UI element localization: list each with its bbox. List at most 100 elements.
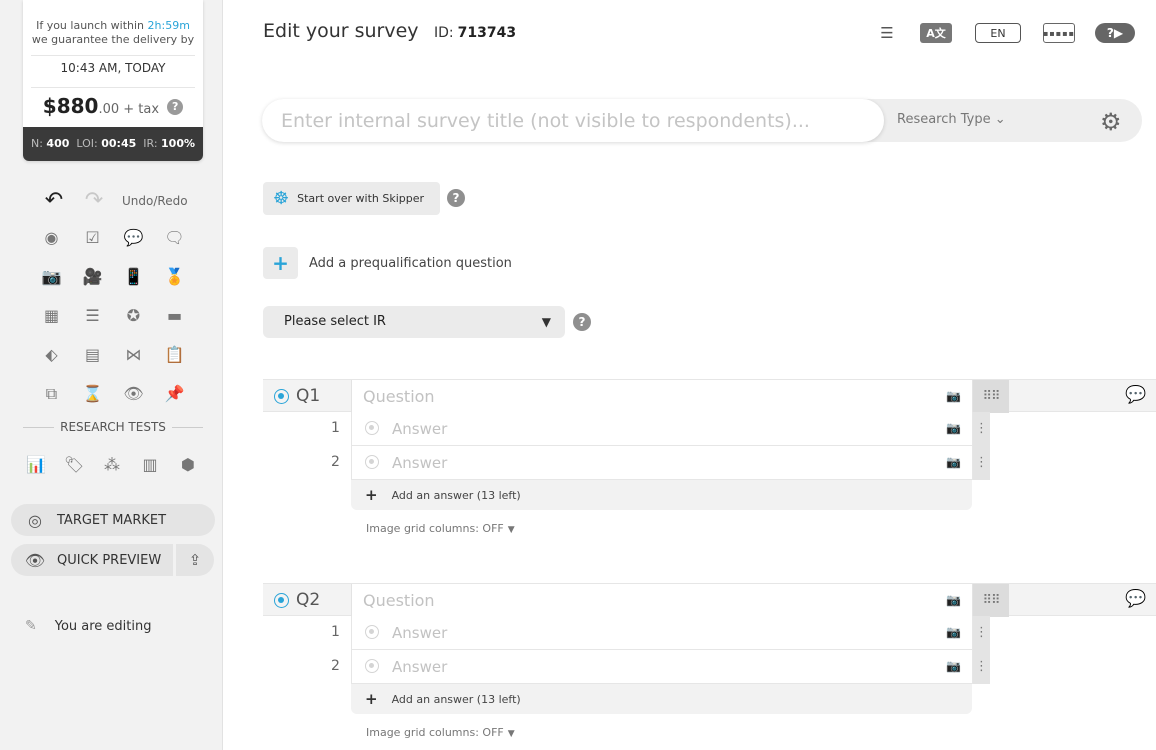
tool-button[interactable]: ☰ xyxy=(72,296,113,335)
question-input[interactable]: Question 📷 xyxy=(351,380,973,413)
tool-button[interactable]: 📱 xyxy=(113,257,154,296)
gear-icon[interactable]: ⚙ xyxy=(1100,108,1122,136)
language-button[interactable]: EN xyxy=(975,23,1021,43)
price-main: $880 xyxy=(42,94,99,118)
translate-icon[interactable]: A文 xyxy=(920,23,952,43)
radio-type-icon[interactable] xyxy=(274,389,289,404)
image-grid-columns-toggle[interactable]: Image grid columns: OFF ▼ xyxy=(366,522,515,535)
camera-icon[interactable]: 📷 xyxy=(946,389,961,403)
outline-view-icon[interactable]: ☰ xyxy=(874,22,900,44)
delivery-promise-line: If you launch within 2h:59m xyxy=(23,0,203,33)
drag-handle-icon[interactable]: ⋮ xyxy=(973,650,990,684)
delivery-prefix: If you launch within xyxy=(36,19,145,32)
answer-placeholder: Answer xyxy=(392,420,448,438)
card-icon: ▬ xyxy=(166,305,183,325)
target-market-button[interactable]: ◎ TARGET MARKET xyxy=(11,504,215,536)
skipper-label: Start over with Skipper xyxy=(297,192,425,205)
editing-status: ✎ You are editing xyxy=(25,618,152,634)
redo-icon[interactable]: ↷ xyxy=(78,188,110,213)
tool-button[interactable]: 🎥 xyxy=(72,257,113,296)
radio-icon xyxy=(365,659,379,673)
tool-button[interactable]: 👁 xyxy=(113,374,154,413)
price-cents: .00 xyxy=(98,102,120,117)
ir-help-icon[interactable]: ? xyxy=(573,313,591,331)
tool-button[interactable]: ⬖ xyxy=(31,335,72,374)
add-prequalification[interactable]: + Add a prequalification question xyxy=(263,247,512,279)
image-grid-columns-toggle[interactable]: Image grid columns: OFF ▼ xyxy=(366,726,515,739)
help-video-icon[interactable]: ?▶ xyxy=(1095,23,1135,43)
question-input[interactable]: Question 📷 xyxy=(351,584,973,617)
keyboard-shortcuts-icon[interactable]: ▪▪▪▪▪ xyxy=(1043,23,1075,43)
mobile-test-icon: 📱 xyxy=(123,266,144,286)
add-answer-label: Add an answer (13 left) xyxy=(391,692,521,706)
quick-preview-button[interactable]: 👁 QUICK PREVIEW xyxy=(11,544,173,576)
question-block: Q2 Question 📷 ⠿⠿ 💬 1 Answer 📷 ⋮ 2 Answer 📷 ⋮ + Add an … xyxy=(263,583,1156,750)
answer-input[interactable]: Answer 📷 xyxy=(351,446,973,480)
tool-button[interactable]: 💬 xyxy=(113,218,154,257)
research-test-button[interactable]: ⁂ xyxy=(101,452,123,478)
camera-icon[interactable]: 📷 xyxy=(946,455,961,469)
skipper-help-icon[interactable]: ? xyxy=(447,189,465,207)
research-test-button[interactable]: 📊 xyxy=(25,452,47,478)
answer-input[interactable]: Answer 📷 xyxy=(351,616,973,650)
research-test-button[interactable]: 🏷 xyxy=(63,452,85,478)
start-over-skipper-button[interactable]: ☸ Start over with Skipper xyxy=(263,182,440,215)
tool-button[interactable]: ✪ xyxy=(113,296,154,335)
tool-button[interactable]: 📷 xyxy=(31,257,72,296)
loi-label: LOI: xyxy=(76,137,98,150)
research-tests-heading: RESEARCH TESTS xyxy=(23,420,203,434)
answer-number: 1 xyxy=(331,420,340,436)
add-answer-button[interactable]: + Add an answer (13 left) xyxy=(351,480,972,510)
tool-button[interactable]: ◉ xyxy=(31,218,72,257)
radio-type-icon[interactable] xyxy=(274,593,289,608)
undo-icon[interactable]: ↶ xyxy=(38,188,70,213)
n-value: 400 xyxy=(46,137,70,150)
share-preview-button[interactable]: ⇪ xyxy=(176,544,214,576)
research-type-dropdown[interactable]: Research Type ⌄ xyxy=(897,112,1006,127)
research-type-label: Research Type xyxy=(897,112,991,127)
drag-handle-icon[interactable]: ⠿⠿ xyxy=(973,380,1009,413)
prequal-label: Add a prequalification question xyxy=(309,255,512,271)
caret-down-icon: ▼ xyxy=(507,729,515,739)
add-answer-button[interactable]: + Add an answer (13 left) xyxy=(351,684,972,714)
helm-icon: ☸ xyxy=(273,188,290,209)
camera-icon[interactable]: 📷 xyxy=(946,625,961,639)
research-tests-label: RESEARCH TESTS xyxy=(60,420,166,434)
camera-icon[interactable]: 📷 xyxy=(946,421,961,435)
tool-button[interactable]: ⌛ xyxy=(72,374,113,413)
concept-test-icon: ⁂ xyxy=(104,455,120,474)
drag-handle-icon[interactable]: ⋮ xyxy=(973,446,990,480)
drag-handle-icon[interactable]: ⋮ xyxy=(973,412,990,446)
research-test-button[interactable]: ⬢ xyxy=(177,452,199,478)
tool-button[interactable]: ▬ xyxy=(154,296,195,335)
tool-button[interactable]: ☑ xyxy=(72,218,113,257)
plus-icon[interactable]: + xyxy=(263,247,298,279)
video-question-icon: 🎥 xyxy=(82,266,103,286)
comment-icon[interactable]: 💬 xyxy=(1125,385,1146,405)
tool-button[interactable]: ▤ xyxy=(72,335,113,374)
tool-button[interactable]: 📋 xyxy=(154,335,195,374)
survey-id-label: ID: xyxy=(434,25,454,41)
chevron-down-icon: ⌄ xyxy=(994,112,1006,127)
tool-button[interactable]: 📌 xyxy=(154,374,195,413)
answer-input[interactable]: Answer 📷 xyxy=(351,650,973,684)
price-help-icon[interactable]: ? xyxy=(167,99,184,115)
camera-icon[interactable]: 📷 xyxy=(946,593,961,607)
comment-icon[interactable]: 💬 xyxy=(1125,589,1146,609)
drag-handle-icon[interactable]: ⋮ xyxy=(973,616,990,650)
research-test-button[interactable]: ▥ xyxy=(139,452,161,478)
camera-icon[interactable]: 📷 xyxy=(946,659,961,673)
tool-button[interactable]: ▦ xyxy=(31,296,72,335)
answer-placeholder: Answer xyxy=(392,624,448,642)
answer-input[interactable]: Answer 📷 xyxy=(351,412,973,446)
survey-title-input[interactable] xyxy=(262,99,884,142)
question-block: Q1 Question 📷 ⠿⠿ 💬 1 Answer 📷 ⋮ 2 Answer 📷 ⋮ + Add an … xyxy=(263,379,1156,549)
tool-button[interactable]: 🗨 xyxy=(154,218,195,257)
ir-select[interactable]: Please select IR ▼ xyxy=(263,306,565,338)
answer-row: 2 Answer 📷 ⋮ xyxy=(263,446,993,480)
tool-button[interactable]: ⋈ xyxy=(113,335,154,374)
drag-handle-icon[interactable]: ⠿⠿ xyxy=(973,584,1009,617)
tool-button[interactable]: ⧉ xyxy=(31,374,72,413)
tool-button[interactable]: 🏅 xyxy=(154,257,195,296)
slider-icon: ☰ xyxy=(85,305,100,325)
